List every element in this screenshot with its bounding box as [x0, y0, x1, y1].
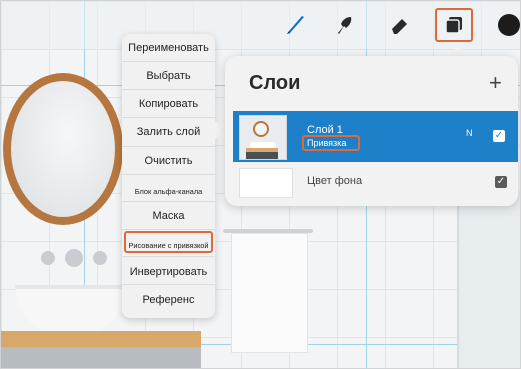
- menu-item-rename[interactable]: Переименовать: [122, 41, 215, 55]
- menu-pointer: [215, 121, 225, 139]
- canvas-towel: [231, 233, 308, 353]
- menu-item-select[interactable]: Выбрать: [122, 61, 215, 83]
- menu-item-highlight: [124, 231, 213, 253]
- panel-title: Слои: [249, 72, 301, 94]
- top-toolbar: [1, 1, 520, 49]
- layers-icon[interactable]: [440, 11, 468, 39]
- smudge-icon[interactable]: [331, 11, 359, 39]
- menu-item-copy[interactable]: Копировать: [122, 89, 215, 111]
- canvas-shelf: [1, 331, 201, 347]
- app-window: Переименовать Выбрать Копировать Залить …: [0, 0, 521, 369]
- menu-item-reference[interactable]: Референс: [122, 284, 215, 307]
- background-color-swatch[interactable]: [239, 168, 293, 198]
- clip-label-highlight: [302, 135, 360, 151]
- layer-row-background[interactable]: Цвет фона ✓: [233, 166, 518, 198]
- brush-icon[interactable]: [282, 11, 310, 39]
- layers-panel: Слои + Слой 1 Привязка N ✓ Цвет фона ✓: [225, 56, 518, 206]
- canvas-cabinet: [1, 347, 201, 368]
- eraser-icon[interactable]: [386, 11, 414, 39]
- canvas-faucet-knob: [41, 251, 55, 265]
- menu-item-invert[interactable]: Инвертировать: [122, 256, 215, 279]
- layer-row-selected[interactable]: Слой 1 Привязка N ✓: [233, 111, 518, 162]
- background-layer-name: Цвет фона: [307, 175, 363, 187]
- menu-item-fill-layer[interactable]: Залить слой: [122, 117, 215, 139]
- background-visibility-checkbox[interactable]: ✓: [495, 176, 507, 188]
- color-icon[interactable]: [498, 14, 520, 36]
- layer-visibility-checkbox[interactable]: ✓: [493, 130, 505, 142]
- canvas-faucet: [65, 249, 83, 267]
- layer-thumbnail[interactable]: [239, 115, 287, 160]
- menu-item-alpha-lock[interactable]: Блок альфа-канала: [122, 174, 215, 199]
- canvas-mirror: [3, 73, 123, 225]
- menu-item-clear[interactable]: Очистить: [122, 146, 215, 168]
- layer-options-menu: Переименовать Выбрать Копировать Залить …: [122, 34, 215, 318]
- canvas-glass-panel: [457, 191, 520, 368]
- menu-item-mask[interactable]: Маска: [122, 201, 215, 223]
- add-layer-button[interactable]: +: [489, 70, 502, 96]
- blend-mode-button[interactable]: N: [466, 128, 473, 138]
- canvas-faucet-knob: [93, 251, 107, 265]
- panel-pointer: [448, 46, 468, 56]
